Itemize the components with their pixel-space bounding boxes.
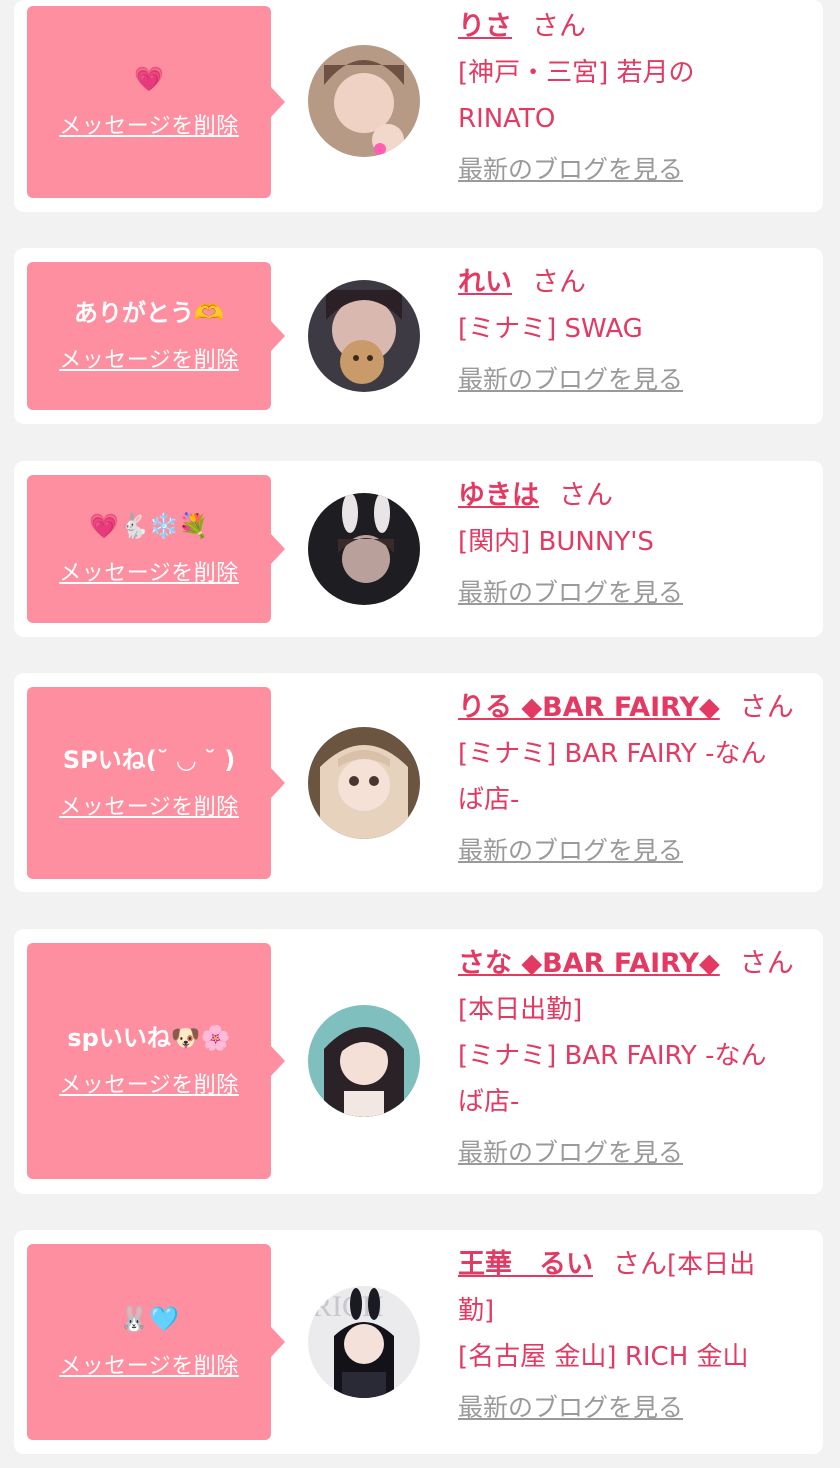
message-text: ありがとう🫶 xyxy=(74,299,224,328)
message-bubble: SPいね(˘ ◡ ˘ ) メッセージを削除 xyxy=(27,687,285,879)
shop-line: [ミナミ] BAR FAIRY -なん xyxy=(458,739,767,769)
cast-name-link[interactable]: さな ◆BAR FAIRY◆ xyxy=(458,948,720,979)
honorific: さん xyxy=(613,1249,667,1280)
shop-line: ば店- xyxy=(458,1087,520,1117)
message-card: SPいね(˘ ◡ ˘ ) メッセージを削除 りる ◆BAR FAIRY◆ さん [… xyxy=(14,673,823,892)
cast-info: れい さん [ミナミ] SWAG 最新のブログを見る xyxy=(458,260,803,400)
delete-message-link[interactable]: メッセージを削除 xyxy=(59,789,239,821)
cast-info: さな ◆BAR FAIRY◆ さん [本日出勤] [ミナミ] BAR FAIRY … xyxy=(458,941,803,1173)
cast-name-link[interactable]: れい xyxy=(458,267,512,298)
latest-blog-link[interactable]: 最新のブログを見る xyxy=(458,1133,683,1173)
delete-message-link[interactable]: メッセージを削除 xyxy=(59,108,239,140)
message-card: 💗🐇❄️💐 メッセージを削除 ゆきは さん [関内] BUNNY'S 最新のブログ… xyxy=(14,461,823,637)
message-text: spいいね🐶🌸 xyxy=(67,1024,231,1053)
shop-line: [本日出 xyxy=(667,1250,756,1280)
avatar[interactable] xyxy=(308,280,420,392)
honorific: さん xyxy=(559,480,613,511)
latest-blog-link[interactable]: 最新のブログを見る xyxy=(458,1388,683,1428)
message-bubble: spいいね🐶🌸 メッセージを削除 xyxy=(27,943,285,1179)
message-bubble: 💗🐇❄️💐 メッセージを削除 xyxy=(27,475,285,623)
honorific: さん xyxy=(739,692,794,723)
shop-line: [ミナミ] BAR FAIRY -なん xyxy=(458,1041,767,1071)
message-bubble: 💗 メッセージを削除 xyxy=(27,6,285,198)
shop-line: [神戸・三宮] 若月の xyxy=(458,58,695,88)
message-text: 🐰🩵 xyxy=(119,1305,179,1334)
latest-blog-link[interactable]: 最新のブログを見る xyxy=(458,150,683,190)
delete-message-link[interactable]: メッセージを削除 xyxy=(59,342,239,374)
shop-line: [名古屋 金山] RICH 金山 xyxy=(458,1342,749,1372)
honorific: さん xyxy=(739,948,794,979)
latest-blog-link[interactable]: 最新のブログを見る xyxy=(458,831,683,871)
cast-info: 王華 るい さん[本日出 勤] [名古屋 金山] RICH 金山 最新のブログを見… xyxy=(458,1242,803,1428)
cast-info: ゆきは さん [関内] BUNNY'S 最新のブログを見る xyxy=(458,473,803,613)
shop-line: 勤] xyxy=(458,1296,495,1326)
message-text: SPいね(˘ ◡ ˘ ) xyxy=(62,746,236,775)
message-bubble: ありがとう🫶 メッセージを削除 xyxy=(27,262,285,410)
avatar[interactable] xyxy=(308,727,420,839)
delete-message-link[interactable]: メッセージを削除 xyxy=(59,555,239,587)
shop-line: [関内] BUNNY'S xyxy=(458,527,654,557)
message-card: spいいね🐶🌸 メッセージを削除 さな ◆BAR FAIRY◆ さん [本日出勤]… xyxy=(14,929,823,1194)
shop-line: [ミナミ] SWAG xyxy=(458,314,643,344)
message-card: ありがとう🫶 メッセージを削除 れい さん [ミナミ] SWAG 最新のブログを見… xyxy=(14,248,823,424)
cast-info: りさ さん [神戸・三宮] 若月の RINATO 最新のブログを見る xyxy=(458,4,803,190)
message-bubble: 🐰🩵 メッセージを削除 xyxy=(27,1244,285,1440)
message-card: 🐰🩵 メッセージを削除 RICH 王華 るい さん[本日出 勤] [名古屋 金山]… xyxy=(14,1230,823,1454)
cast-name-link[interactable]: りさ xyxy=(458,11,512,42)
honorific: さん xyxy=(532,267,586,298)
message-text: 💗 xyxy=(134,65,164,94)
message-list: 💗 メッセージを削除 りさ さん [神戸・三宮] 若月の RINATO 最新のブロ… xyxy=(0,0,840,1468)
honorific: さん xyxy=(532,11,586,42)
avatar[interactable] xyxy=(308,45,420,157)
latest-blog-link[interactable]: 最新のブログを見る xyxy=(458,573,683,613)
message-card: 💗 メッセージを削除 りさ さん [神戸・三宮] 若月の RINATO 最新のブロ… xyxy=(14,0,823,212)
avatar[interactable] xyxy=(308,493,420,605)
delete-message-link[interactable]: メッセージを削除 xyxy=(59,1067,239,1099)
shop-line: ば店- xyxy=(458,785,520,815)
shop-line: [本日出勤] xyxy=(458,995,583,1025)
cast-name-link[interactable]: 王華 るい xyxy=(458,1249,593,1280)
cast-name-link[interactable]: ゆきは xyxy=(458,480,539,511)
latest-blog-link[interactable]: 最新のブログを見る xyxy=(458,360,683,400)
message-text: 💗🐇❄️💐 xyxy=(89,512,209,541)
avatar[interactable]: RICH xyxy=(308,1286,420,1398)
cast-info: りる ◆BAR FAIRY◆ さん [ミナミ] BAR FAIRY -なん ば店-… xyxy=(458,685,803,871)
avatar[interactable] xyxy=(308,1005,420,1117)
delete-message-link[interactable]: メッセージを削除 xyxy=(59,1348,239,1380)
cast-name-link[interactable]: りる ◆BAR FAIRY◆ xyxy=(458,692,720,723)
shop-line: RINATO xyxy=(458,104,556,134)
